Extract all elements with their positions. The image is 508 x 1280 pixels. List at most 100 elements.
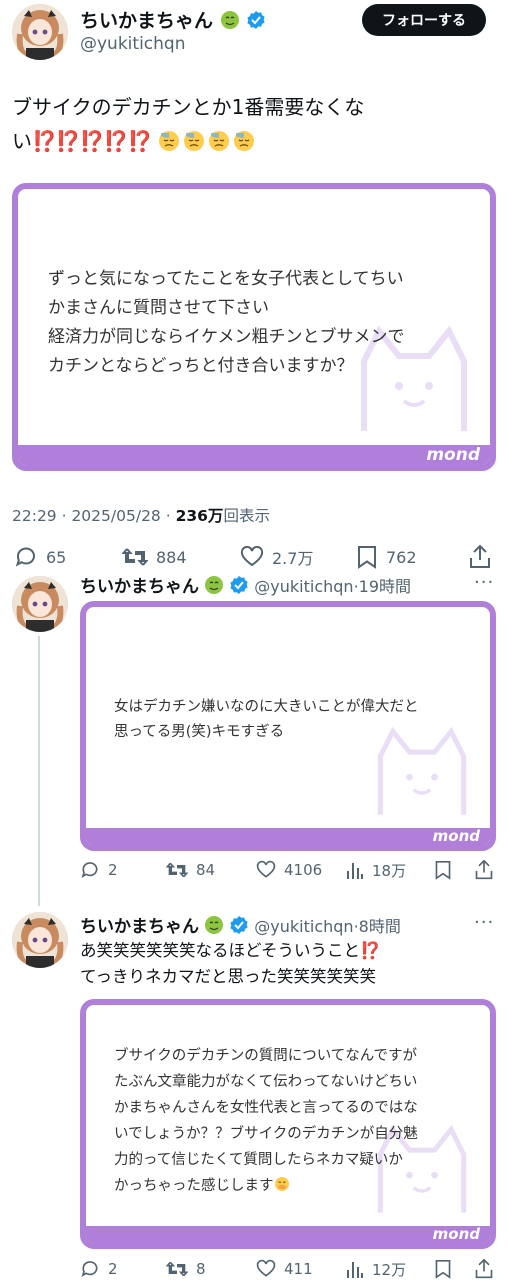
tweet-timestamp[interactable]: 22:29 · 2025/05/28 ·	[12, 507, 176, 525]
interrobang-2: ⁉️	[55, 129, 81, 153]
reply-time[interactable]: 8時間	[359, 917, 401, 936]
repost-count: 884	[156, 547, 187, 567]
reply-time[interactable]: 19時間	[359, 577, 411, 596]
card-question-line: 力的って信じたくて質問したらネカマ疑いか	[114, 1152, 403, 1168]
reply-text-line1-body: あ笑笑笑笑笑笑なるほどそういうこと	[80, 941, 361, 960]
reply-header: ちいかまちゃん @yukitichqn·19時間	[80, 572, 411, 597]
card-question-line: ずっと気になってたことを女子代表としてちい	[48, 269, 404, 289]
interrobang-1: ⁉️	[32, 129, 57, 153]
reply-button[interactable]: 2	[80, 1259, 118, 1279]
card-question-line-text: かっちゃった感じします	[114, 1178, 274, 1194]
share-icon	[475, 1258, 493, 1279]
like-button[interactable]: 411	[256, 1259, 313, 1279]
reply-icon	[15, 547, 35, 567]
card-question-line: 女はデカチン嫌いなのに大きいことが偉大だと	[114, 699, 419, 715]
reply-count: 2	[108, 1260, 118, 1278]
repost-button[interactable]: 84	[166, 860, 215, 880]
avatar[interactable]	[12, 912, 68, 968]
verified-badge-icon	[230, 916, 248, 934]
bookmark-button[interactable]	[434, 860, 452, 880]
reply-text: あ笑笑笑笑笑笑なるほどそういうこと⁉️ てっきりネカマだと思った笑笑笑笑笑笑	[80, 938, 381, 990]
mond-question-card[interactable]: ブサイクのデカチンの質問についてなんですが たぶん文章能力がなくて伝わってないけ…	[80, 999, 496, 1249]
reply-header: ちいかまちゃん @yukitichqn·8時間	[80, 912, 401, 937]
card-question: ずっと気になってたことを女子代表としてちい かまさんに質問させて下さい 経済力が…	[48, 265, 405, 381]
repost-button[interactable]: 8	[166, 1259, 206, 1279]
share-button[interactable]	[474, 859, 494, 881]
reply-text-line2: てっきりネカマだと思った笑笑笑笑笑笑	[80, 967, 377, 986]
interrobang-5: ⁉️	[127, 129, 153, 153]
handle[interactable]: @yukitichqn	[254, 577, 353, 596]
tweet-text-line2-prefix: い	[12, 129, 32, 153]
follow-button[interactable]: フォローする	[362, 4, 486, 36]
handle[interactable]: @yukitichqn	[254, 917, 353, 936]
card-question-line: いでしょうか？？ブサイクのデカチンが自分魅	[114, 1126, 418, 1142]
display-name[interactable]: ちいかまちゃん	[80, 10, 213, 32]
repost-count: 84	[196, 861, 216, 879]
interrobang: ⁉️	[360, 941, 381, 960]
display-name[interactable]: ちいかまちゃん	[80, 917, 199, 937]
tweet-meta: 22:29 · 2025/05/28 · 236万回表示	[12, 504, 270, 526]
mond-logo: mond	[432, 1225, 480, 1243]
repost-icon	[166, 1261, 188, 1277]
downcast-sweat-face-icon	[158, 131, 179, 151]
downcast-sweat-face-icon	[208, 131, 229, 151]
avatar[interactable]	[12, 576, 68, 632]
reply-text-line1: あ笑笑笑笑笑笑なるほどそういうこと⁉️	[80, 938, 381, 964]
mond-question-card[interactable]: ずっと気になってたことを女子代表としてちい かまさんに質問させて下さい 経済力が…	[12, 183, 496, 471]
nauseated-face-icon	[220, 11, 239, 29]
card-footer-strip	[18, 445, 490, 465]
card-question: ブサイクのデカチンの質問についてなんですが たぶん文章能力がなくて伝わってないけ…	[114, 1043, 418, 1199]
like-count: 4106	[284, 861, 323, 879]
mond-question-card[interactable]: 女はデカチン嫌いなのに大きいことが偉大だと 思ってる男(笑)キモすぎる mond	[80, 601, 496, 851]
bookmark-icon	[435, 1260, 451, 1279]
repost-button[interactable]: 884	[122, 545, 187, 569]
card-question-line: カチンとならどっちと付き合いますか？	[48, 356, 354, 376]
bookmark-button[interactable]	[434, 1259, 452, 1279]
display-name[interactable]: ちいかまちゃん	[80, 577, 199, 597]
bookmark-count: 762	[386, 547, 417, 567]
views-chart-icon	[347, 1261, 363, 1278]
more-options-icon[interactable]: ···	[474, 572, 494, 593]
mond-logo: mond	[426, 445, 480, 465]
card-question-line: 経済力が同じならイケメン粗チンとブサメンで	[48, 327, 405, 347]
like-button[interactable]: 2.7万	[240, 545, 313, 569]
bookmark-button[interactable]: 762	[356, 545, 417, 569]
like-count: 2.7万	[272, 549, 314, 568]
downcast-sweat-face-icon	[183, 131, 204, 151]
bookmark-icon	[435, 861, 451, 880]
views-chart-icon	[347, 862, 363, 879]
nauseated-face-icon	[205, 916, 224, 934]
card-question-line: ブサイクのデカチンの質問についてなんですが	[114, 1048, 418, 1064]
reply-button[interactable]: 65	[14, 545, 66, 569]
share-icon	[475, 859, 493, 880]
verified-badge-icon	[247, 11, 265, 29]
reply-button[interactable]: 2	[80, 860, 118, 880]
reply-icon	[81, 1261, 98, 1278]
views-button[interactable]: 18万	[346, 860, 406, 881]
tweet-text: ブサイクのデカチンとか1番需要なくな い⁉️⁉️⁉️⁉️⁉️	[12, 90, 498, 158]
card-question-line: かまさんに質問させて下さい	[48, 298, 269, 318]
bookmark-icon	[358, 546, 376, 569]
card-question-line: かまちゃんさんを女性代表と言ってるのではな	[114, 1100, 418, 1116]
card-footer-strip	[86, 1226, 490, 1243]
more-options-icon[interactable]: ···	[474, 912, 494, 933]
like-button[interactable]: 4106	[256, 860, 322, 880]
display-name-wrap[interactable]: ちいかまちゃん	[80, 6, 266, 33]
verified-badge-icon	[230, 576, 248, 594]
views-count: 18万	[372, 862, 407, 880]
card-question-line: たぶん文章能力がなくて伝わってないけどちい	[114, 1074, 418, 1090]
heart-icon	[240, 545, 264, 567]
share-button[interactable]	[474, 1258, 494, 1280]
repost-icon	[166, 862, 188, 878]
like-count: 411	[284, 1260, 313, 1278]
handle[interactable]: @yukitichqn	[80, 34, 185, 54]
share-button[interactable]	[468, 544, 492, 570]
avatar[interactable]	[12, 4, 68, 60]
nauseated-face-icon	[205, 576, 224, 594]
downcast-sweat-face-icon	[233, 131, 254, 151]
views-button[interactable]: 12万	[346, 1259, 406, 1280]
views-label: 回表示	[223, 507, 270, 525]
tweet-text-line2: い⁉️⁉️⁉️⁉️⁉️	[12, 124, 498, 158]
card-question: 女はデカチン嫌いなのに大きいことが偉大だと 思ってる男(笑)キモすぎる	[114, 695, 419, 745]
card-footer-strip	[86, 828, 490, 845]
